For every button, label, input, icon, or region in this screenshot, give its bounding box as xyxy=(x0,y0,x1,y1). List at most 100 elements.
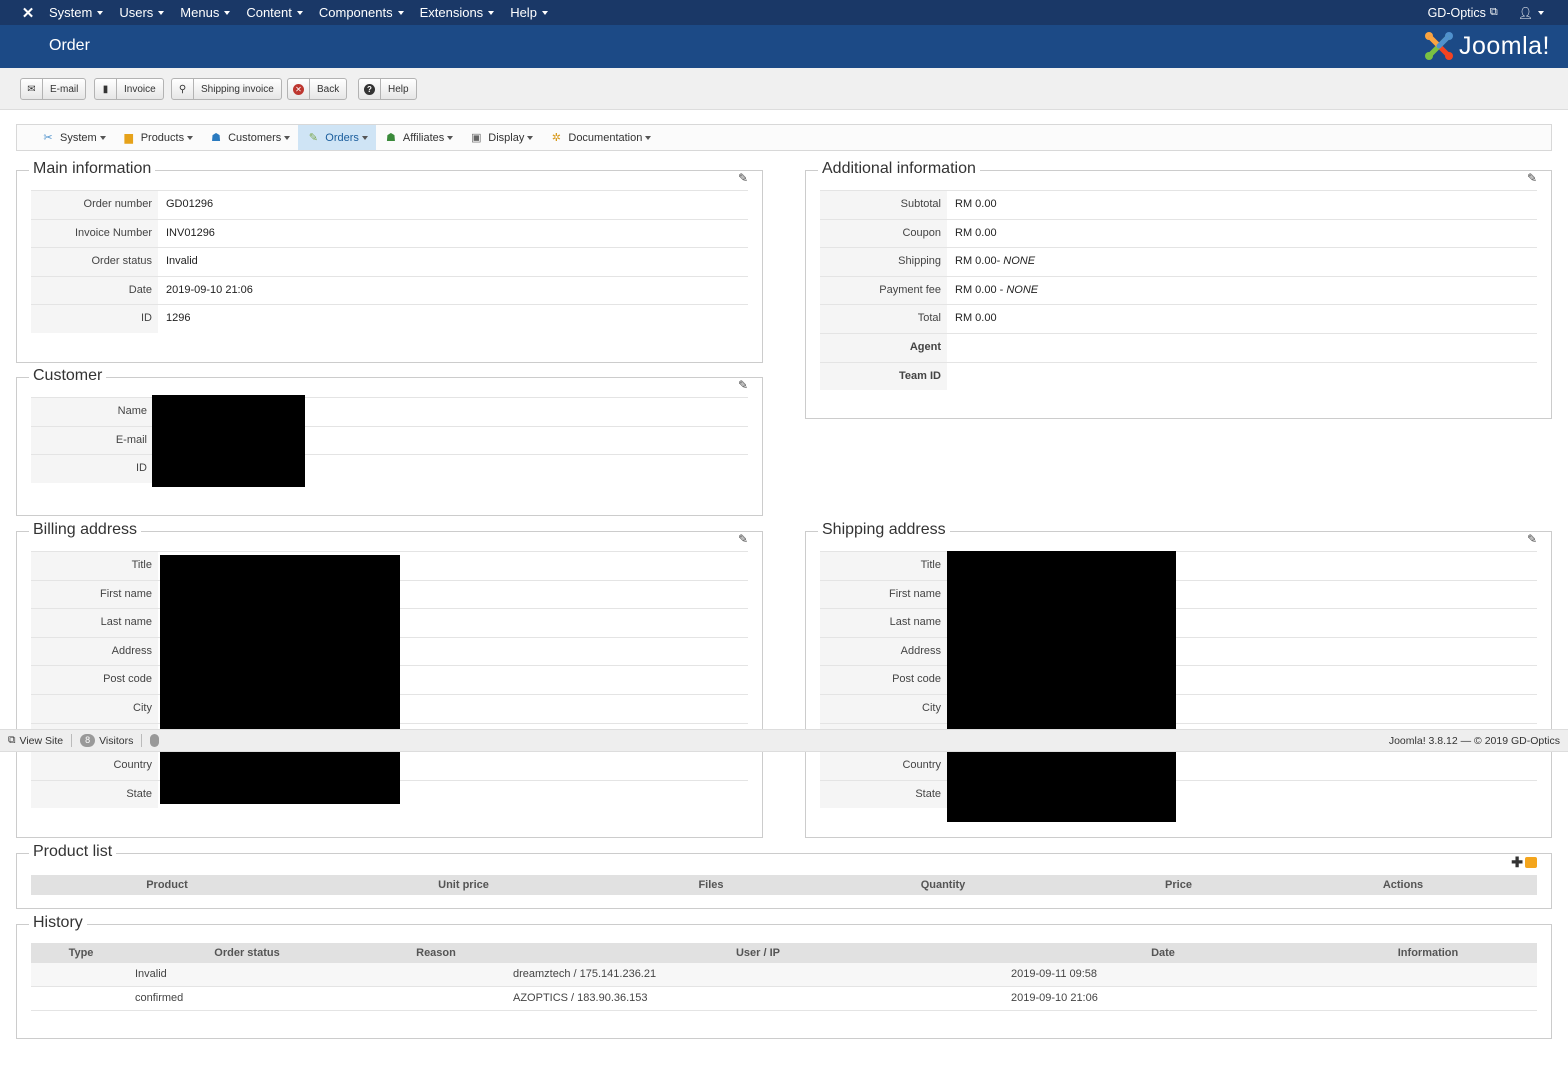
caret-down-icon xyxy=(97,10,104,15)
redacted-block xyxy=(152,395,305,487)
cm-customers[interactable]: ☗ Customers xyxy=(201,125,298,150)
edit-pencil-icon[interactable]: ✎ xyxy=(1527,171,1537,185)
caret-down-icon xyxy=(99,135,106,140)
edit-pencil-icon[interactable]: ✎ xyxy=(738,171,748,185)
caret-down-icon xyxy=(284,135,291,140)
edit-pencil-icon[interactable]: ✎ xyxy=(738,532,748,546)
menu-content[interactable]: Content xyxy=(246,5,303,20)
add-product-plus-icon[interactable]: ✚ xyxy=(1511,854,1523,871)
cm-display[interactable]: ▣ Display xyxy=(461,125,541,150)
cm-orders[interactable]: ✎ Orders xyxy=(298,125,376,150)
affiliates-icon: ☗ xyxy=(385,132,396,144)
menu-components[interactable]: Components xyxy=(319,5,404,20)
cm-documentation[interactable]: ✲ Documentation xyxy=(541,125,659,150)
status-item-truncated[interactable] xyxy=(142,734,171,747)
menu-menus[interactable]: Menus xyxy=(180,5,231,20)
product-table-header: Product Unit price Files Quantity Price … xyxy=(31,875,1537,895)
info-row: Date 2019-09-10 21:06 xyxy=(31,275,748,305)
admin-topbar: ✕ System Users Menus Content Components … xyxy=(0,0,1568,25)
edit-pencil-icon[interactable]: ✎ xyxy=(738,378,748,392)
info-row: Invoice Number INV01296 xyxy=(31,218,748,248)
redacted-block xyxy=(160,555,400,804)
orders-icon: ✎ xyxy=(308,132,318,144)
joomla-logo-icon xyxy=(1424,32,1453,60)
caret-down-icon xyxy=(158,10,165,15)
cm-affiliates[interactable]: ☗ Affiliates xyxy=(376,125,461,150)
main-information-table: Order number GD01296 Invoice Number INV012… xyxy=(31,190,748,333)
info-row: Order number GD01296 xyxy=(31,190,748,219)
panel-legend: Additional information xyxy=(818,160,980,178)
caret-down-icon xyxy=(397,10,404,15)
panel-legend: Main information xyxy=(29,160,156,178)
customer-table: Name E-mail ID xyxy=(31,397,748,483)
footer-copyright: Joomla! 3.8.12 — © 2019 GD-Optics xyxy=(1388,734,1560,747)
main-information-panel: Main information ✎ Order number GD01296 I… xyxy=(16,160,763,363)
menu-help[interactable]: Help xyxy=(510,5,548,20)
back-button[interactable]: ✕ Back xyxy=(287,78,348,100)
add-product-box-icon[interactable] xyxy=(1525,857,1537,868)
user-icon: 👤︎ xyxy=(1517,5,1533,20)
shipping-invoice-button[interactable]: ⚲ Shipping invoice xyxy=(171,78,282,100)
panel-legend: Shipping address xyxy=(818,521,950,539)
history-row: Invalid dreamztech / 175.141.236.21 2019… xyxy=(31,963,1537,987)
info-row: Total RM 0.00 xyxy=(820,304,1537,333)
menu-extensions[interactable]: Extensions xyxy=(420,5,495,20)
user-menu[interactable]: 👤︎ xyxy=(1518,6,1544,20)
caret-down-icon xyxy=(296,10,303,15)
menu-users[interactable]: Users xyxy=(119,5,165,20)
invoice-button[interactable]: ▮ Invoice xyxy=(94,78,164,100)
menu-system[interactable]: System xyxy=(49,5,104,20)
help-button[interactable]: ? Help xyxy=(358,78,417,100)
customers-icon: ☗ xyxy=(211,132,222,144)
caret-down-icon xyxy=(361,135,368,140)
caret-down-icon xyxy=(187,135,194,140)
component-menu: ✂ System ▆ Products ☗ Customers ✎ Orders ☗ Af… xyxy=(16,124,1552,151)
panel-legend: History xyxy=(29,914,87,932)
info-row: City xyxy=(820,693,1537,723)
info-row: ID 1296 xyxy=(31,304,748,333)
joomla-wordmark: Joomla! xyxy=(1458,31,1550,60)
cancel-circle-icon: ✕ xyxy=(288,79,310,99)
history-table-header: Type Order status Reason User / IP Date … xyxy=(31,943,1537,963)
joomla-logo: Joomla! xyxy=(1423,30,1550,62)
external-link-icon: ⧉ xyxy=(1489,6,1498,18)
external-link-icon: ⧉ xyxy=(8,734,16,746)
panel-legend: Billing address xyxy=(29,521,142,539)
info-row: Title xyxy=(820,551,1537,580)
question-circle-icon: ? xyxy=(359,79,381,99)
visitors-counter[interactable]: 8 Visitors xyxy=(72,734,143,747)
panel-legend: Product list xyxy=(29,843,117,861)
cm-products[interactable]: ▆ Products xyxy=(114,125,201,150)
shipping-address-panel: Shipping address ✎ Title First name Last… xyxy=(805,521,1552,838)
info-row: E-mail xyxy=(31,425,748,455)
toolbar: ✉ E-mail ▮ Invoice ⚲ Shipping invoice ✕ … xyxy=(0,68,1568,110)
view-site-link[interactable]: ⧉ View Site xyxy=(0,734,73,747)
book-icon: ▮ xyxy=(95,79,117,99)
status-bar: ⧉ View Site 8 Visitors Joomla! 3.8.12 — © … xyxy=(0,729,1568,752)
cm-system[interactable]: ✂ System xyxy=(33,125,114,150)
caret-down-icon xyxy=(224,10,231,15)
visitors-badge: 8 xyxy=(80,734,96,747)
info-row: Agent xyxy=(820,332,1537,362)
info-row: Shipping RM 0.00- NONE xyxy=(820,247,1537,276)
envelope-icon: ✉ xyxy=(21,79,43,99)
additional-information-panel: Additional information ✎ Subtotal RM 0.00… xyxy=(805,160,1552,419)
info-row: Address xyxy=(820,636,1537,666)
caret-down-icon xyxy=(488,10,495,15)
location-pin-icon: ⚲ xyxy=(172,79,194,99)
joomla-menu-icon[interactable]: ✕ xyxy=(19,4,37,22)
page-title: Order xyxy=(49,37,90,54)
info-row: Payment fee RM 0.00 - NONE xyxy=(820,275,1537,305)
additional-information-table: Subtotal RM 0.00 Coupon RM 0.00 Shipping RM… xyxy=(820,190,1537,391)
customer-panel: Customer ✎ Name E-mail ID xyxy=(16,367,763,516)
edit-pencil-icon[interactable]: ✎ xyxy=(1527,532,1537,546)
caret-down-icon xyxy=(645,135,652,140)
history-row: confirmed AZOPTICS / 183.90.36.153 2019-… xyxy=(31,987,1537,1011)
shipping-address-table: Title First name Last name Address Post … xyxy=(820,551,1537,809)
caret-down-icon xyxy=(541,10,548,15)
email-button[interactable]: ✉ E-mail xyxy=(20,78,87,100)
status-badge xyxy=(150,734,159,747)
info-row: Last name xyxy=(820,608,1537,637)
info-row: State xyxy=(820,779,1537,809)
site-name-link[interactable]: GD-Optics ⧉ xyxy=(1428,6,1498,20)
